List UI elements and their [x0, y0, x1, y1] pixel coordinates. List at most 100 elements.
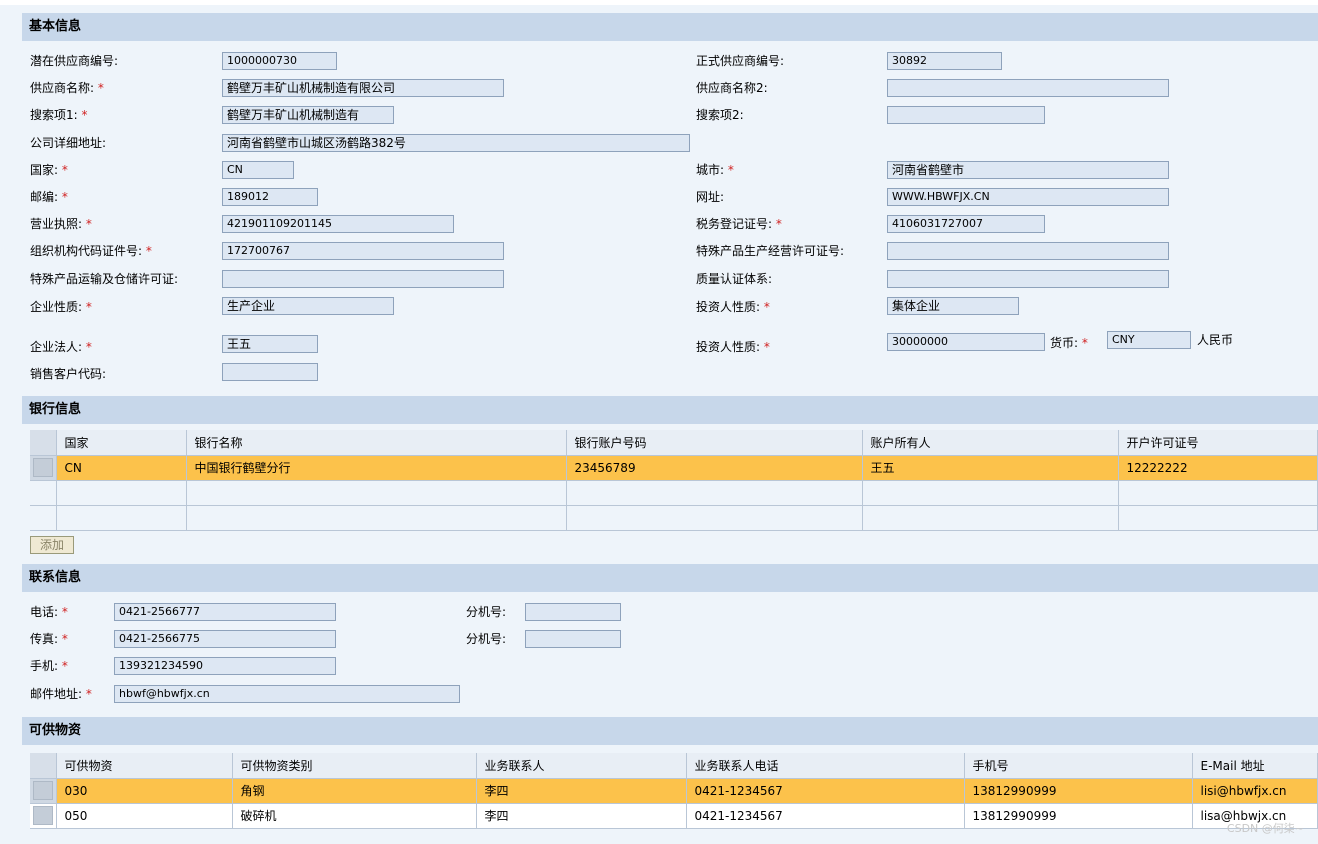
row-selector[interactable]: [30, 505, 57, 531]
section-materials-header: 可供物资: [22, 717, 1318, 745]
label-sales-customer-code: 销售客户代码:: [30, 367, 107, 381]
row-selector-header: [30, 753, 57, 779]
special-transport-license-field[interactable]: [222, 270, 504, 288]
material-cell[interactable]: 13812990999: [964, 778, 1193, 804]
label-vendor-name2: 供应商名称2:: [696, 81, 768, 95]
mat-col-mobile[interactable]: 手机号: [964, 753, 1193, 779]
formal-vendor-no-field[interactable]: 30892: [887, 52, 1002, 70]
search-term2-field[interactable]: [887, 106, 1045, 124]
material-cell[interactable]: 破碎机: [232, 803, 477, 829]
bank-col-bank-name[interactable]: 银行名称: [186, 430, 567, 456]
phone-ext-field[interactable]: [525, 603, 621, 621]
row-selector[interactable]: [30, 803, 57, 829]
row-selector[interactable]: [30, 480, 57, 506]
label-potential-vendor-no: 潜在供应商编号:: [30, 54, 119, 68]
label-vendor-name: 供应商名称: *: [30, 81, 104, 95]
label-address: 公司详细地址:: [30, 136, 107, 150]
material-cell[interactable]: 李四: [476, 803, 687, 829]
label-search-term1: 搜索项1: *: [30, 108, 88, 122]
label-legal-person: 企业法人: *: [30, 340, 92, 354]
label-investor-nature: 投资人性质: *: [696, 300, 770, 314]
material-cell[interactable]: lisi@hbwfjx.cn: [1192, 778, 1318, 804]
email-field[interactable]: hbwf@hbwfjx.cn: [114, 685, 460, 703]
material-cell[interactable]: 角钢: [232, 778, 477, 804]
bank-table-header: 国家 银行名称 银行账户号码 账户所有人 开户许可证号: [30, 430, 1318, 456]
label-city: 城市: *: [696, 163, 734, 177]
label-special-transport-license: 特殊产品运输及仓储许可证:: [30, 272, 179, 286]
bank-cell[interactable]: 23456789: [566, 455, 863, 481]
label-fax: 传真: *: [30, 632, 68, 646]
address-field[interactable]: 河南省鹤壁市山城区汤鹤路382号: [222, 134, 690, 152]
material-cell[interactable]: 0421-1234567: [686, 803, 965, 829]
potential-vendor-no-field[interactable]: 1000000730: [222, 52, 337, 70]
mat-col-email[interactable]: E-Mail 地址: [1192, 753, 1318, 779]
label-postcode: 邮编: *: [30, 190, 68, 204]
bank-table: 国家 银行名称 银行账户号码 账户所有人 开户许可证号 CN 中国银行鹤壁分行 …: [30, 430, 1318, 531]
postcode-field[interactable]: 189012: [222, 188, 318, 206]
table-row-empty[interactable]: [30, 480, 1318, 506]
mobile-field[interactable]: 139321234590: [114, 657, 336, 675]
row-selector-header: [30, 430, 57, 456]
vendor-name-field[interactable]: 鹤壁万丰矿山机械制造有限公司: [222, 79, 504, 97]
legal-person-field[interactable]: 王五: [222, 335, 318, 353]
fax-field[interactable]: 0421-2566775: [114, 630, 336, 648]
bank-cell[interactable]: CN: [56, 455, 187, 481]
bank-col-country[interactable]: 国家: [56, 430, 187, 456]
bank-cell[interactable]: 王五: [862, 455, 1119, 481]
phone-field[interactable]: 0421-2566777: [114, 603, 336, 621]
quality-cert-field[interactable]: [887, 270, 1169, 288]
currency-text: 人民币: [1197, 333, 1234, 347]
bank-col-owner[interactable]: 账户所有人: [862, 430, 1119, 456]
fax-ext-field[interactable]: [525, 630, 621, 648]
sales-customer-code-field[interactable]: [222, 363, 318, 381]
label-phone-ext: 分机号:: [466, 605, 507, 619]
city-field[interactable]: 河南省鹤壁市: [887, 161, 1169, 179]
mat-col-contact-phone[interactable]: 业务联系人电话: [686, 753, 965, 779]
add-bank-button[interactable]: 添加: [30, 536, 74, 554]
investor-nature-field[interactable]: 集体企业: [887, 297, 1019, 315]
investor-amount-field[interactable]: 30000000: [887, 333, 1045, 351]
top-border: [0, 0, 1318, 5]
material-cell[interactable]: 030: [56, 778, 233, 804]
bank-cell[interactable]: 中国银行鹤壁分行: [186, 455, 567, 481]
table-row[interactable]: 050 破碎机 李四 0421-1234567 13812990999 lisa…: [30, 803, 1318, 829]
material-cell[interactable]: 0421-1234567: [686, 778, 965, 804]
bank-cell[interactable]: 12222222: [1118, 455, 1318, 481]
label-enterprise-nature: 企业性质: *: [30, 300, 92, 314]
section-bank-header: 银行信息: [22, 396, 1318, 424]
enterprise-nature-field[interactable]: 生产企业: [222, 297, 394, 315]
label-country: 国家: *: [30, 163, 68, 177]
material-cell[interactable]: 李四: [476, 778, 687, 804]
label-currency: 货币: *: [1050, 336, 1088, 350]
website-field[interactable]: WWW.HBWFJX.CN: [887, 188, 1169, 206]
mat-col-material[interactable]: 可供物资: [56, 753, 233, 779]
label-quality-cert: 质量认证体系:: [696, 272, 773, 286]
mat-col-contact[interactable]: 业务联系人: [476, 753, 687, 779]
country-field[interactable]: CN: [222, 161, 294, 179]
label-email: 邮件地址: *: [30, 687, 92, 701]
special-prod-license-field[interactable]: [887, 242, 1169, 260]
row-selector[interactable]: [30, 778, 57, 804]
material-cell[interactable]: 13812990999: [964, 803, 1193, 829]
label-investor-nature2: 投资人性质: *: [696, 340, 770, 354]
bank-col-license-no[interactable]: 开户许可证号: [1118, 430, 1318, 456]
table-row-empty[interactable]: [30, 505, 1318, 531]
row-selector[interactable]: [30, 455, 57, 481]
table-row[interactable]: 030 角钢 李四 0421-1234567 13812990999 lisi@…: [30, 778, 1318, 804]
label-mobile: 手机: *: [30, 659, 68, 673]
label-fax-ext: 分机号:: [466, 632, 507, 646]
mat-col-category[interactable]: 可供物资类别: [232, 753, 477, 779]
table-row[interactable]: CN 中国银行鹤壁分行 23456789 王五 12222222: [30, 455, 1318, 481]
label-search-term2: 搜索项2:: [696, 108, 744, 122]
tax-reg-no-field[interactable]: 4106031727007: [887, 215, 1045, 233]
material-cell[interactable]: 050: [56, 803, 233, 829]
business-license-field[interactable]: 421901109201145: [222, 215, 454, 233]
org-code-field[interactable]: 172700767: [222, 242, 504, 260]
section-contact-header: 联系信息: [22, 564, 1318, 592]
currency-field[interactable]: CNY: [1107, 331, 1191, 349]
vendor-name2-field[interactable]: [887, 79, 1169, 97]
search-term1-field[interactable]: 鹤壁万丰矿山机械制造有: [222, 106, 394, 124]
label-formal-vendor-no: 正式供应商编号:: [696, 54, 785, 68]
bank-col-account-no[interactable]: 银行账户号码: [566, 430, 863, 456]
section-basic-header: 基本信息: [22, 13, 1318, 41]
